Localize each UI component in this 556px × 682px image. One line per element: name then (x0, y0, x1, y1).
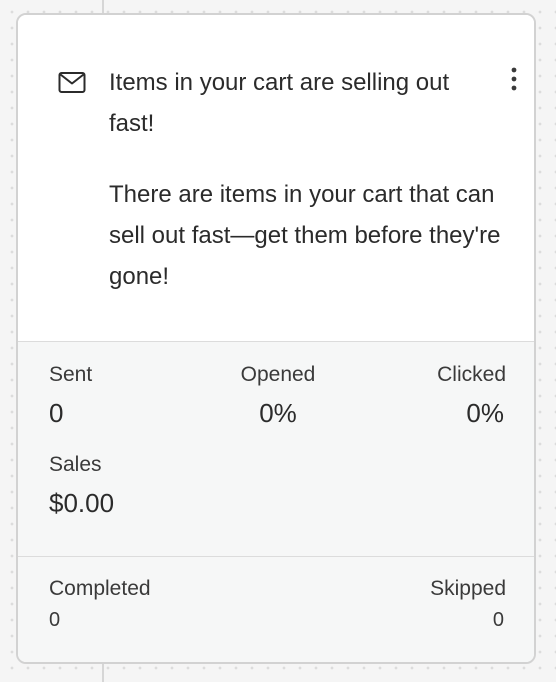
email-title: Items in your cart are selling out fast! (109, 69, 450, 137)
mail-icon (58, 71, 86, 95)
email-stats-panel: Sent 0 Opened 0% Clicked 0% Sales $0.00 (18, 342, 534, 557)
stat-opened-value: 0% (259, 398, 297, 428)
email-step-card[interactable]: Items in your cart are selling out fast!… (16, 13, 536, 664)
stat-clicked-label: Clicked (437, 363, 506, 386)
stat-opened-label: Opened (240, 363, 316, 386)
stat-sent-value: 0 (49, 398, 64, 428)
more-vertical-icon (511, 67, 517, 96)
stat-sales-label: Sales (49, 453, 102, 476)
completed-value: 0 (49, 609, 61, 631)
step-footer: Completed 0 Skipped 0 (18, 557, 534, 662)
stat-clicked-value: 0% (466, 398, 504, 428)
completed-label: Completed (49, 577, 151, 600)
skipped-value: 0 (492, 609, 504, 631)
email-body-preview: There are items in your cart that can se… (109, 181, 501, 290)
stat-sales-value: $0.00 (49, 488, 115, 518)
skipped-label: Skipped (430, 577, 506, 600)
stat-sent-label: Sent (49, 363, 93, 386)
more-options-button[interactable] (502, 65, 526, 97)
card-header: Items in your cart are selling out fast!… (18, 15, 534, 342)
